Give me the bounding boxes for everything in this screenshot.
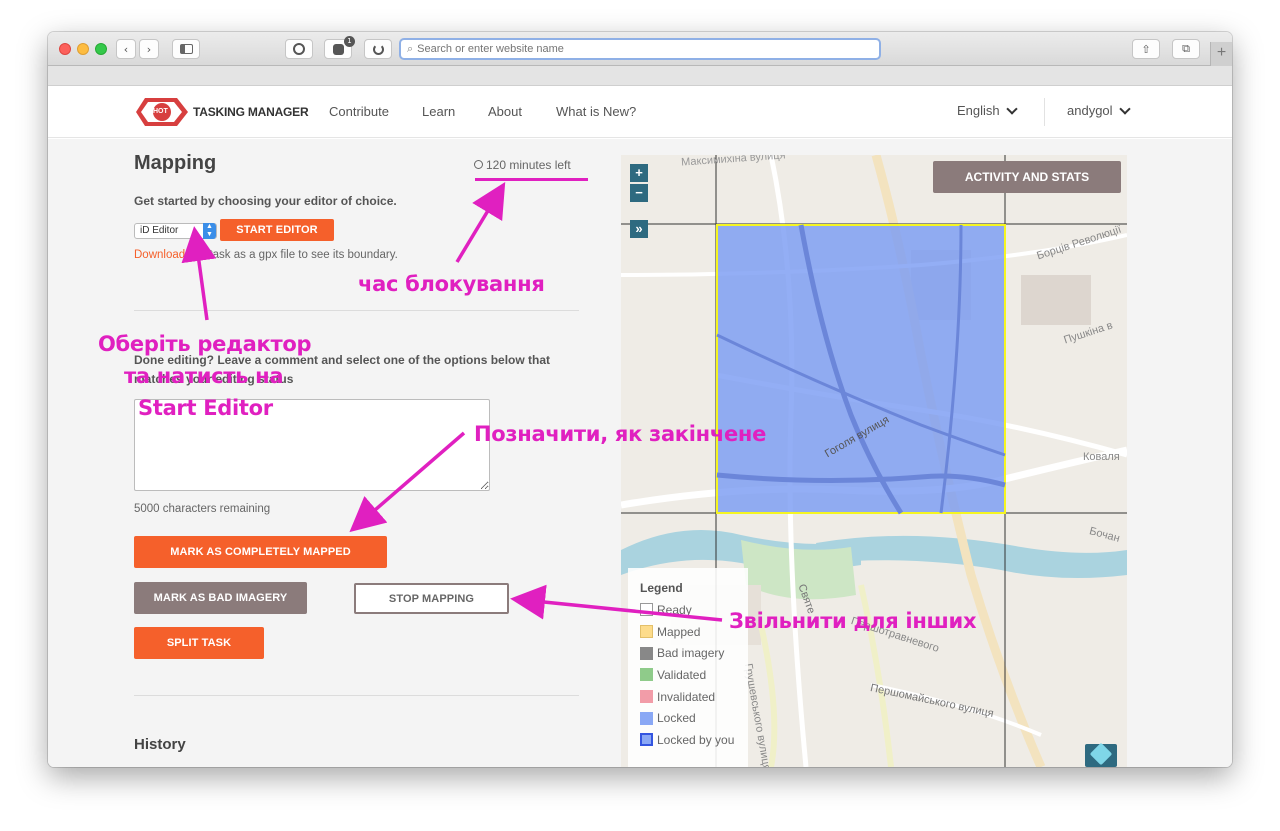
chevron-right-icon: ›	[146, 42, 152, 56]
legend-swatch	[640, 603, 653, 617]
download-line: Download this task as a gpx file to see …	[134, 249, 398, 261]
legend-label: Bad imagery	[657, 646, 725, 661]
refresh-button[interactable]	[364, 39, 392, 59]
extension-icon	[332, 43, 344, 55]
mark-mapped-button[interactable]: MARK AS COMPLETELY MAPPED	[134, 536, 387, 568]
legend-label: Validated	[657, 667, 707, 682]
editor-select-value: iD Editor	[140, 225, 179, 236]
extension-badge: 1	[344, 36, 355, 47]
refresh-icon	[372, 43, 384, 55]
choose-editor-text: Get started by choosing your editor of c…	[134, 194, 397, 208]
share-icon: ⇧	[1141, 42, 1151, 56]
legend-label: Locked by you	[657, 732, 735, 747]
share-button[interactable]: ⇧	[1132, 39, 1160, 59]
download-text: this task as a gpx file to see its bound…	[188, 249, 398, 261]
time-left-label: 120 minutes left	[486, 158, 571, 172]
legend-item: Validated	[640, 664, 748, 686]
search-icon: ⌕	[407, 42, 414, 55]
stop-mapping-button[interactable]: STOP MAPPING	[354, 583, 509, 614]
annotation-mark-done: Позначити, як закінчене	[474, 422, 767, 446]
logo-text[interactable]: TASKING MANAGER	[193, 105, 309, 119]
address-input[interactable]	[417, 43, 879, 55]
tabs-icon: ⧉	[1182, 42, 1190, 55]
legend-swatch	[640, 646, 653, 660]
language-label: English	[957, 103, 1000, 118]
start-editor-button[interactable]: START EDITOR	[220, 219, 334, 241]
nav-link-about[interactable]: About	[488, 104, 522, 119]
chars-remaining: 5000 characters remaining	[134, 503, 271, 515]
legend-label: Invalidated	[657, 689, 716, 704]
time-left: 120 minutes left	[474, 158, 571, 172]
new-tab-button[interactable]: +	[1210, 42, 1232, 66]
sidebar-button[interactable]	[172, 39, 200, 59]
nav-link-whats-new[interactable]: What is New?	[556, 104, 636, 119]
browser-titlebar: ‹ › 1 ⌕ ⇧ ⧉ +	[48, 32, 1232, 66]
expand-map-button[interactable]: »	[630, 220, 648, 238]
back-button[interactable]: ‹	[116, 39, 136, 59]
forward-button[interactable]: ›	[139, 39, 159, 59]
tabs-overview-button[interactable]: ⧉	[1172, 39, 1200, 59]
annotation-lock-time: час блокування	[358, 272, 545, 296]
select-arrows-icon: ▲ ▼	[203, 223, 216, 239]
legend-swatch	[640, 668, 653, 682]
annotation-choose-editor-3: Start Editor	[138, 396, 273, 420]
username-label: andygol	[1067, 103, 1113, 118]
language-selector[interactable]: English	[957, 102, 1018, 118]
editor-select[interactable]: iD Editor ▲ ▼	[134, 223, 217, 239]
activity-stats-button[interactable]: ACTIVITY AND STATS	[933, 161, 1121, 193]
reader-button[interactable]	[285, 39, 313, 59]
minimize-window-button[interactable]	[77, 43, 89, 55]
legend-swatch	[640, 733, 653, 747]
nav-link-learn[interactable]: Learn	[422, 104, 455, 119]
annotation-choose-editor-2: та натисть на	[124, 364, 284, 388]
legend-item: Locked by you	[640, 729, 748, 751]
legend-item: Bad imagery	[640, 642, 748, 664]
street-label: Коваля	[1083, 451, 1120, 463]
legend-swatch	[640, 625, 653, 639]
legend-title: Legend	[640, 581, 683, 595]
section-divider	[134, 695, 579, 696]
tab-strip	[48, 66, 1232, 86]
section-divider	[134, 310, 579, 311]
panel-title: Mapping	[134, 152, 217, 174]
annotation-choose-editor-1: Оберіть редактор	[98, 332, 312, 356]
layers-icon	[1089, 742, 1113, 766]
sidebar-icon	[179, 44, 193, 54]
download-link[interactable]: Download	[134, 249, 185, 261]
zoom-out-button[interactable]: −	[630, 184, 648, 202]
bad-imagery-button[interactable]: MARK AS BAD IMAGERY	[134, 582, 307, 614]
chevron-left-icon: ‹	[123, 42, 129, 56]
reader-icon	[293, 43, 305, 55]
map-legend: Legend Ready Mapped Bad imagery Validate…	[628, 568, 748, 767]
map-layers-button[interactable]	[1085, 742, 1117, 767]
nav-link-contribute[interactable]: Contribute	[329, 104, 389, 119]
zoom-in-button[interactable]: +	[630, 164, 648, 182]
annotation-underline	[475, 178, 588, 181]
extension-button[interactable]: 1	[324, 36, 355, 59]
chevron-down-icon	[1005, 102, 1018, 115]
logo-badge: HOT	[153, 108, 168, 115]
split-task-button[interactable]: SPLIT TASK	[134, 627, 264, 659]
task-page: Mapping 120 minutes left Get started by …	[48, 139, 1232, 767]
chevron-down-icon	[1118, 102, 1131, 115]
legend-item: Invalidated	[640, 686, 748, 708]
legend-swatch	[640, 711, 653, 725]
site-navbar: HOT TASKING MANAGER Contribute Learn Abo…	[48, 86, 1232, 138]
annotation-release: Звільнити для інших	[729, 609, 977, 633]
legend-label: Locked	[657, 711, 696, 726]
legend-label: Mapped	[657, 624, 701, 639]
plus-icon: +	[1216, 44, 1227, 61]
clock-icon	[474, 160, 483, 169]
legend-label: Ready	[657, 602, 692, 617]
close-window-button[interactable]	[59, 43, 71, 55]
user-menu[interactable]: andygol	[1067, 102, 1131, 118]
history-heading: History	[134, 736, 186, 753]
legend-item: Locked	[640, 707, 748, 729]
address-bar[interactable]: ⌕	[399, 38, 881, 60]
task-map[interactable]: Максимихіна вулиця Борців Революції Пушк…	[621, 155, 1127, 767]
legend-swatch	[640, 690, 653, 704]
zoom-window-button[interactable]	[95, 43, 107, 55]
nav-divider	[1044, 98, 1045, 126]
